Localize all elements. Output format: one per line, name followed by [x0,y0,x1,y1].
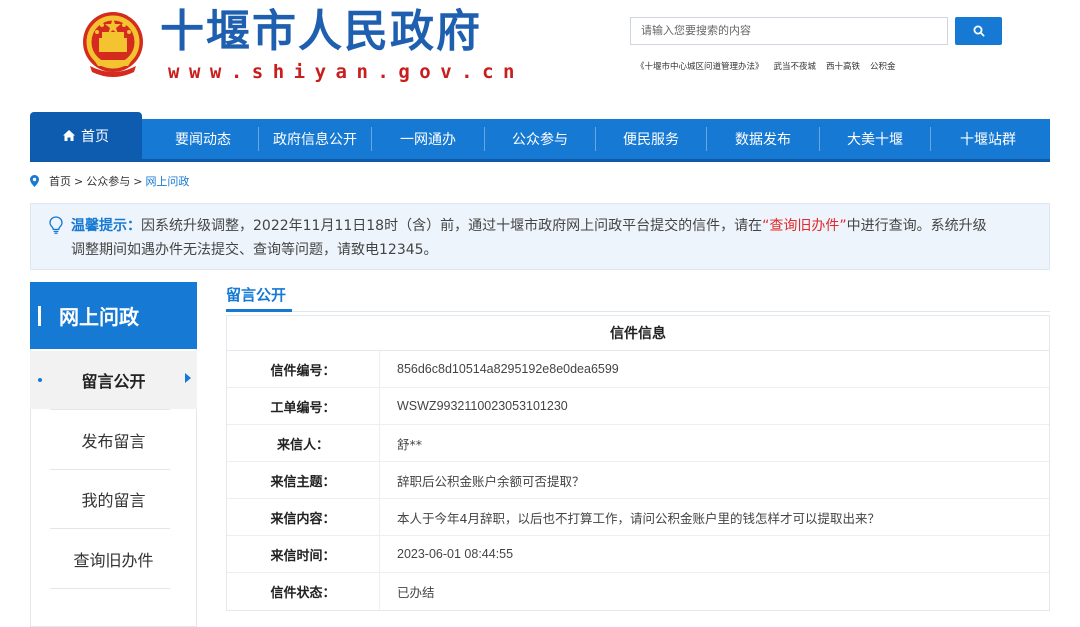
table-row: 工单编号： WSWZ9932110023053101230 [227,388,1049,425]
query-old-cases-link[interactable]: “查询旧办件” [762,218,847,234]
table-row: 信件状态： 已办结 [227,573,1049,610]
notice-line-1: 温馨提示：因系统升级调整，2022年11月11日18时（含）前，通过十堰市政府网… [71,215,1061,238]
breadcrumb-separator: > [133,174,143,188]
table-caption: 信件信息 [227,316,1049,351]
nav-home-label: 首页 [81,128,109,145]
section-divider [226,311,1050,312]
search-box [630,17,948,45]
row-key: 信件编号： [227,351,380,387]
hot-link[interactable]: 《十堰市中心城区问道管理办法》 [636,60,764,72]
caret-right-icon [185,373,191,383]
nav-item-public-services[interactable]: 便民服务 [596,119,706,159]
breadcrumb-public-participation[interactable]: 公众参与 [86,173,130,189]
search-icon [973,25,985,37]
letter-info-table: 信件信息 信件编号： 856d6c8d10514a8295192e8e0dea6… [226,315,1050,611]
sidebar-item-public-messages[interactable]: 留言公开 [30,351,197,409]
sidebar-divider [50,588,170,589]
row-key: 来信时间： [227,536,380,572]
table-row: 信件编号： 856d6c8d10514a8295192e8e0dea6599 [227,351,1049,388]
site-title[interactable]: 十堰市人民政府 [160,4,482,60]
subject-value: 辞职后公积金账户余额可否提取？ [397,473,585,489]
sidebar-item-my-messages[interactable]: 我的留言 [30,470,197,528]
nav-home[interactable]: 首页 [30,112,142,159]
hot-link[interactable]: 武当不夜城 [774,60,817,72]
letter-number-value: 856d6c8d10514a8295192e8e0dea6599 [397,362,619,376]
home-icon [63,130,75,141]
sidebar-item-query-old-cases[interactable]: 查询旧办件 [30,530,197,588]
sender-value: 舒** [397,436,423,452]
nav-item-online-service[interactable]: 一网通办 [372,119,484,159]
hot-link[interactable]: 公积金 [870,60,896,72]
letter-status-value: 已办结 [397,585,435,600]
notice-panel: 温馨提示：因系统升级调整，2022年11月11日18时（含）前，通过十堰市政府网… [30,203,1050,270]
nav-item-data-release[interactable]: 数据发布 [707,119,819,159]
bullet-dot-icon [38,378,42,382]
nav-item-news[interactable]: 要闻动态 [148,119,258,159]
breadcrumb-home[interactable]: 首页 [49,173,71,189]
search-input[interactable] [631,18,947,44]
nav-item-site-group[interactable]: 十堰站群 [931,119,1045,159]
site-domain[interactable]: www.shiyan.gov.cn [168,60,524,84]
notice-line-2: 调整期间如遇办件无法提交、查询等问题，请致电12345。 [71,242,438,258]
breadcrumb: 首页 > 公众参与 > 网上问政 [30,172,189,190]
sidebar-item-label: 留言公开 [81,372,146,391]
breadcrumb-separator: > [74,174,84,188]
national-emblem-icon[interactable] [78,8,148,80]
table-row: 来信人： 舒** [227,425,1049,462]
content-value: 本人于今年4月辞职，以后也不打算工作，请问公积金账户里的钱怎样才可以提取出来？ [397,510,880,526]
notice-text-after: 中进行查询。系统升级 [846,218,987,234]
hot-search-links: 《十堰市中心城区问道管理办法》 武当不夜城 西十高铁 公积金 [636,60,896,72]
hot-link[interactable]: 西十高铁 [826,60,860,72]
notice-text-before: 因系统升级调整，2022年11月11日18时（含）前，通过十堰市政府网上问政平台… [141,218,763,234]
breadcrumb-current[interactable]: 网上问政 [145,173,189,189]
site-header: 十堰市人民政府 www.shiyan.gov.cn 《十堰市中心城区问道管理办法… [0,0,1080,112]
row-key: 工单编号： [227,388,380,424]
lightbulb-icon [49,216,63,234]
location-pin-icon [30,175,39,187]
nav-item-gov-info[interactable]: 政府信息公开 [259,119,371,159]
table-row: 来信时间： 2023-06-01 08:44:55 [227,536,1049,573]
sidebar-divider [50,409,170,410]
sidebar-title: 网上问政 [30,282,197,349]
row-key: 来信人： [227,425,380,461]
notice-label: 温馨提示： [71,218,141,234]
row-key: 信件状态： [227,573,380,610]
search-button[interactable] [955,17,1002,45]
nav-underline [30,159,1050,162]
row-key: 来信主题： [227,462,380,498]
sidebar-title-text: 网上问政 [59,305,139,329]
table-row: 来信内容： 本人于今年4月辞职，以后也不打算工作，请问公积金账户里的钱怎样才可以… [227,499,1049,536]
table-row: 来信主题： 辞职后公积金账户余额可否提取？ [227,462,1049,499]
work-order-number-value: WSWZ9932110023053101230 [397,399,568,413]
sidebar-item-post-message[interactable]: 发布留言 [30,411,197,469]
section-title: 留言公开 [226,286,287,304]
title-bar-accent [38,305,41,326]
sidebar-divider [50,528,170,529]
section-title-underline [226,309,292,312]
row-key: 来信内容： [227,499,380,535]
letter-time-value: 2023-06-01 08:44:55 [397,547,514,561]
nav-item-beautiful-shiyan[interactable]: 大美十堰 [820,119,930,159]
nav-item-public-participation[interactable]: 公众参与 [485,119,595,159]
